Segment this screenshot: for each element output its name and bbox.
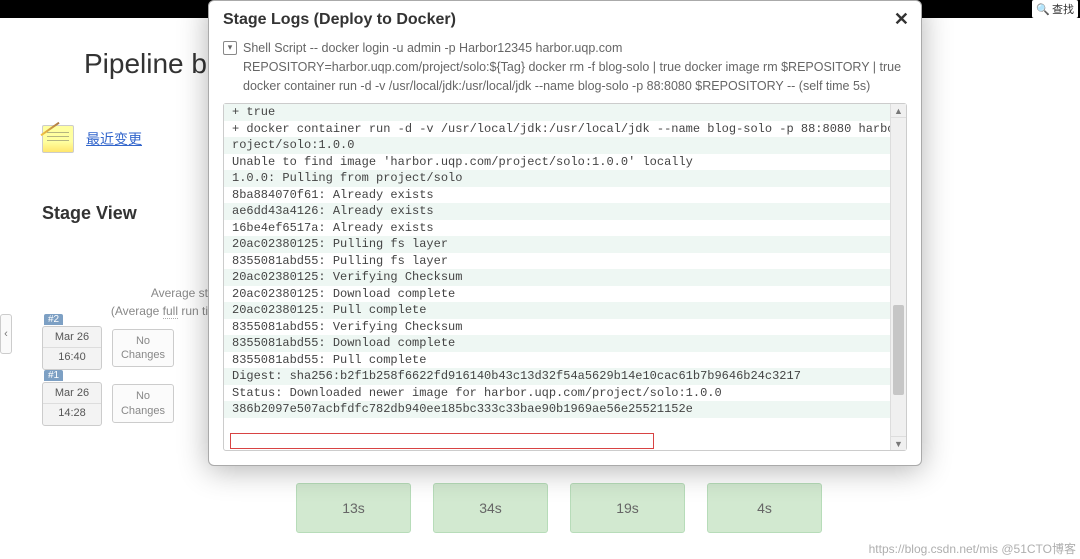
log-line: Digest: sha256:b2f1b258f6622fd916140b43c… [224, 368, 906, 385]
changes-card[interactable]: No Changes [112, 384, 174, 423]
run-badge[interactable]: #2 [44, 314, 63, 325]
average-stage-box: Average stage (Average full run time: [42, 284, 228, 320]
search-icon: 🔍 [1036, 3, 1050, 16]
log-line: 1.0.0: Pulling from project/solo [224, 170, 906, 187]
log-line: 8355081abd55: Pull complete [224, 352, 906, 369]
log-line: + docker container run -d -v /usr/local/… [224, 121, 906, 138]
scroll-thumb[interactable] [893, 305, 904, 395]
notes-icon [42, 125, 74, 153]
log-line: 8ba884070f61: Already exists [224, 187, 906, 204]
run-card[interactable]: Mar 26 14:28 [42, 382, 102, 426]
prev-chevron-icon[interactable]: ‹ [0, 314, 12, 354]
watermark: https://blog.csdn.net/mis @51CTO博客 [869, 540, 1076, 557]
stage-cell[interactable]: 13s [296, 483, 411, 533]
stage-cell[interactable]: 19s [570, 483, 685, 533]
stage-cell[interactable]: 4s [707, 483, 822, 533]
close-icon[interactable]: ✕ [894, 9, 909, 30]
log-line: 20ac02380125: Pulling fs layer [224, 236, 906, 253]
log-line: 8355081abd55: Verifying Checksum [224, 319, 906, 336]
recent-changes-link[interactable]: 最近变更 [86, 129, 142, 149]
modal-subhead[interactable]: ▾ Shell Script -- docker login -u admin … [223, 35, 907, 103]
run-time: 16:40 [43, 347, 101, 365]
log-highlight-box [230, 433, 654, 449]
stage-cells-row: 13s 34s 19s 4s [296, 483, 822, 533]
modal-command-text: Shell Script -- docker login -u admin -p… [243, 39, 907, 95]
run-block: #2 Mar 26 16:40 No Changes [42, 326, 174, 370]
search-label: 查找 [1052, 1, 1074, 17]
changes-card[interactable]: No Changes [112, 329, 174, 368]
run-time: 14:28 [43, 403, 101, 421]
run-card[interactable]: Mar 26 16:40 [42, 326, 102, 370]
log-line: roject/solo:1.0.0 [224, 137, 906, 154]
log-line: 386b2097e507acbfdfc782db940ee185bc333c33… [224, 401, 906, 418]
log-line: Status: Downloaded newer image for harbo… [224, 385, 906, 402]
topbar-search[interactable]: 🔍 查找 [1032, 0, 1078, 18]
expand-toggle-icon[interactable]: ▾ [223, 41, 237, 55]
log-line: 8355081abd55: Download complete [224, 335, 906, 352]
modal-title: Stage Logs (Deploy to Docker) [223, 11, 907, 29]
run-date: Mar 26 [43, 386, 101, 401]
run-date: Mar 26 [43, 330, 101, 345]
log-box: + true+ docker container run -d -v /usr/… [223, 103, 907, 451]
log-lines: + true+ docker container run -d -v /usr/… [224, 104, 906, 418]
run-block: #1 Mar 26 14:28 No Changes [42, 382, 174, 426]
log-line: 20ac02380125: Pull complete [224, 302, 906, 319]
log-scroll-area[interactable]: + true+ docker container run -d -v /usr/… [224, 104, 906, 450]
log-line: 8355081abd55: Pulling fs layer [224, 253, 906, 270]
scroll-down-icon[interactable]: ▼ [891, 436, 906, 450]
log-line: Unable to find image 'harbor.uqp.com/pro… [224, 154, 906, 171]
run-badge[interactable]: #1 [44, 370, 63, 381]
avg-line-2: (Average full run time: [42, 302, 228, 320]
scroll-up-icon[interactable]: ▲ [891, 104, 906, 118]
scrollbar[interactable]: ▲ ▼ [890, 104, 906, 450]
stage-logs-modal: ✕ Stage Logs (Deploy to Docker) ▾ Shell … [208, 0, 922, 466]
log-line: 16be4ef6517a: Already exists [224, 220, 906, 237]
log-line: 20ac02380125: Verifying Checksum [224, 269, 906, 286]
log-line: ae6dd43a4126: Already exists [224, 203, 906, 220]
avg-line-1: Average stage [42, 284, 228, 302]
log-line: 20ac02380125: Download complete [224, 286, 906, 303]
log-line: + true [224, 104, 906, 121]
stage-cell[interactable]: 34s [433, 483, 548, 533]
